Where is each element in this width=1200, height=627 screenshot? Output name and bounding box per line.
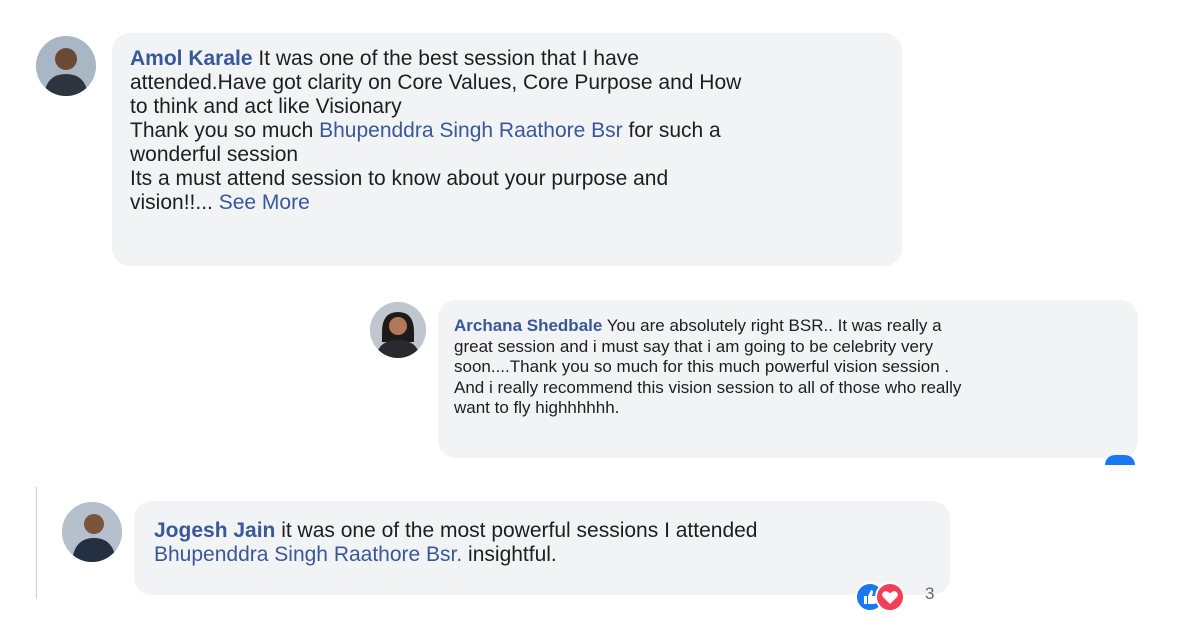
see-more-link[interactable]: See More	[219, 191, 310, 214]
comment-author[interactable]: Amol Karale	[130, 47, 253, 70]
comment-author[interactable]: Archana Shedbale	[454, 316, 602, 335]
user-photo-icon	[36, 36, 96, 96]
user-photo-icon	[62, 502, 122, 562]
mention-link[interactable]: Bhupenddra Singh Raathore Bsr	[319, 119, 623, 142]
reply-indicator	[1105, 455, 1135, 465]
comment-bubble: Archana Shedbale You are absolutely righ…	[438, 300, 1138, 458]
comment-text: Jogesh Jain it was one of the most power…	[154, 519, 758, 566]
thread-line	[36, 487, 37, 599]
reactions[interactable]: 3	[855, 582, 945, 612]
comment-bubble: Jogesh Jain it was one of the most power…	[134, 501, 950, 595]
avatar[interactable]	[62, 502, 122, 562]
user-photo-icon	[370, 302, 426, 358]
mention-link[interactable]: Bhupenddra Singh Raathore Bsr.	[154, 543, 462, 566]
comment-bubble: Amol Karale It was one of the best sessi…	[112, 33, 902, 266]
comment-text: Archana Shedbale You are absolutely righ…	[454, 316, 962, 417]
reaction-count: 3	[925, 584, 935, 603]
avatar[interactable]	[36, 36, 96, 96]
avatar[interactable]	[370, 302, 426, 358]
comment-author[interactable]: Jogesh Jain	[154, 519, 275, 542]
comment-text: Amol Karale It was one of the best sessi…	[130, 47, 742, 214]
love-icon	[875, 582, 905, 612]
